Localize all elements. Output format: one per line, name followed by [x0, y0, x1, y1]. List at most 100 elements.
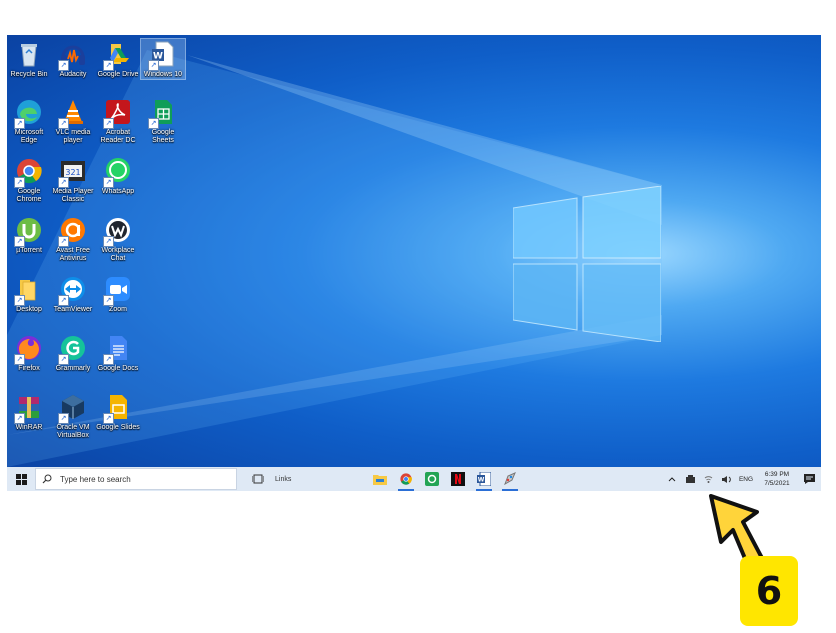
shortcut-arrow-icon: ↗ — [103, 295, 114, 306]
action-center-button[interactable] — [797, 467, 821, 491]
desktop-icon-virtualbox[interactable]: ↗ Oracle VM VirtualBox — [51, 392, 95, 440]
shortcut-arrow-icon: ↗ — [148, 60, 159, 71]
desktop-icon-label: WinRAR — [15, 424, 43, 431]
shortcut-arrow-icon: ↗ — [58, 118, 69, 129]
system-tray: ENG 6:39 PM 7/5/2021 — [663, 467, 821, 491]
taskbar-app-word[interactable]: W — [471, 467, 497, 491]
desktop-icon-grammarly[interactable]: ↗ Grammarly — [51, 333, 95, 373]
desktop-icon-google-slides[interactable]: ↗ Google Slides — [96, 392, 140, 432]
desktop-icon-google-chrome[interactable]: ↗ Google Chrome — [7, 156, 51, 204]
desktop-icon-label: TeamViewer — [53, 306, 93, 313]
desktop-icon-label: Google Chrome — [16, 188, 42, 203]
desktop-icon-label: µTorrent — [16, 247, 42, 254]
shortcut-arrow-icon: ↗ — [58, 177, 69, 188]
desktop-icon-label: Acrobat Reader DC — [100, 129, 136, 144]
desktop-icon-label: Zoom — [109, 306, 127, 313]
tray-volume-button[interactable] — [717, 467, 735, 491]
desktop-icon-google-docs[interactable]: ↗ Google Docs — [96, 333, 140, 373]
desktop-icon-utorrent[interactable]: ↗ µTorrent — [7, 215, 51, 255]
green-app-icon — [425, 472, 439, 486]
desktop-icon-label: Google Slides — [96, 424, 140, 431]
desktop-icon-firefox[interactable]: ↗ Firefox — [7, 333, 51, 373]
desktop-screen: Recycle Bin ↗ Microsoft Edge ↗ Google Ch… — [7, 35, 821, 491]
desktop-icon-label: Desktop — [16, 306, 42, 313]
desktop-icon-label: Google Drive — [97, 71, 139, 78]
taskbar-app-netflix[interactable] — [445, 467, 471, 491]
shortcut-arrow-icon: ↗ — [14, 354, 25, 365]
chevron-up-icon — [668, 477, 676, 482]
desktop-icon-microsoft-edge[interactable]: ↗ Microsoft Edge — [7, 97, 51, 145]
network-icon — [685, 474, 695, 483]
chrome-icon — [400, 473, 412, 485]
show-hidden-icons-button[interactable] — [663, 467, 681, 491]
desktop-icon-audacity[interactable]: ↗ Audacity — [51, 39, 95, 79]
recycle-bin-icon — [21, 44, 37, 67]
desktop-icon-winrar[interactable]: ↗ WinRAR — [7, 392, 51, 432]
desktop-icon-google-sheets[interactable]: ↗ Google Sheets — [141, 97, 185, 145]
desktop-icon-teamviewer[interactable]: ↗ TeamViewer — [51, 274, 95, 314]
shortcut-arrow-icon: ↗ — [103, 236, 114, 247]
search-icon — [42, 474, 52, 484]
shortcut-arrow-icon: ↗ — [148, 118, 159, 129]
language-indicator: ENG — [738, 475, 754, 483]
desktop-icon-desktop-folder[interactable]: ↗ Desktop — [7, 274, 51, 314]
step-number-badge: 6 — [740, 556, 798, 626]
shortcut-arrow-icon: ↗ — [58, 236, 69, 247]
desktop-icon-label: Google Docs — [97, 365, 139, 372]
taskbar-app-chrome[interactable] — [393, 467, 419, 491]
desktop-icon-label: Audacity — [59, 71, 87, 78]
tray-language-button[interactable]: ENG — [735, 467, 757, 491]
desktop-icon-label: Google Sheets — [151, 129, 175, 144]
tray-network-button[interactable] — [681, 467, 699, 491]
desktop-icon-zoom[interactable]: ↗ Zoom — [96, 274, 140, 314]
desktop-icon-windows-10-doc[interactable]: W ↗ Windows 10 — [140, 38, 186, 80]
taskbar: Type here to search Links W ENG 6:39 PM … — [7, 467, 821, 491]
desktop-icon-label: Microsoft Edge — [14, 129, 44, 144]
shortcut-arrow-icon: ↗ — [14, 295, 25, 306]
speaker-icon — [721, 475, 731, 483]
shortcut-arrow-icon: ↗ — [103, 413, 114, 424]
shortcut-arrow-icon: ↗ — [58, 60, 69, 71]
desktop-icon-google-drive[interactable]: ↗ Google Drive — [96, 39, 140, 79]
desktop-icon-media-player-classic[interactable]: 321 ↗ Media Player Classic — [51, 156, 95, 204]
svg-text:W: W — [478, 477, 485, 484]
taskbar-app-file-explorer[interactable] — [367, 467, 393, 491]
start-button[interactable] — [7, 467, 35, 491]
desktop-icon-workplace-chat[interactable]: ↗ Workplace Chat — [96, 215, 140, 263]
desktop-icon-label: WhatsApp — [101, 188, 135, 195]
desktop-icon-label: Recycle Bin — [10, 71, 48, 78]
desktop-icon-whatsapp[interactable]: ↗ WhatsApp — [96, 156, 140, 196]
windows-logo-wallpaper — [513, 186, 661, 342]
clock-time: 6:39 PM — [764, 471, 790, 478]
shortcut-arrow-icon: ↗ — [103, 354, 114, 365]
shortcut-arrow-icon: ↗ — [103, 177, 114, 188]
desktop-icon-recycle-bin[interactable]: Recycle Bin — [7, 39, 51, 79]
taskbar-search-box[interactable]: Type here to search — [35, 468, 237, 490]
taskbar-app-paint[interactable] — [497, 467, 523, 491]
desktop-icon-label: Windows 10 — [143, 71, 183, 78]
shortcut-arrow-icon: ↗ — [58, 413, 69, 424]
desktop-icon-vlc[interactable]: ↗ VLC media player — [51, 97, 95, 145]
shortcut-arrow-icon: ↗ — [14, 236, 25, 247]
tray-wifi-button[interactable] — [699, 467, 717, 491]
task-view-icon — [252, 474, 264, 484]
svg-text:321: 321 — [65, 168, 80, 177]
desktop-icon-acrobat-reader[interactable]: ↗ Acrobat Reader DC — [96, 97, 140, 145]
desktop-icon-avast[interactable]: ↗ Avast Free Antivirus — [51, 215, 95, 263]
desktop-icon-label: VLC media player — [55, 129, 91, 144]
tray-clock[interactable]: 6:39 PM 7/5/2021 — [757, 470, 797, 488]
notification-icon — [803, 474, 815, 484]
shortcut-arrow-icon: ↗ — [58, 295, 69, 306]
shortcut-arrow-icon: ↗ — [58, 354, 69, 365]
task-view-button[interactable] — [245, 467, 271, 491]
taskbar-app-green[interactable] — [419, 467, 445, 491]
file-explorer-icon — [373, 475, 387, 485]
links-toolbar-label: Links — [275, 475, 292, 483]
links-toolbar[interactable]: Links — [275, 467, 335, 491]
shortcut-arrow-icon: ↗ — [103, 118, 114, 129]
desktop-icon-label: Firefox — [18, 365, 40, 372]
paint-icon — [504, 472, 516, 486]
desktop-icon-label: Media Player Classic — [52, 188, 94, 203]
word-icon: W — [477, 472, 491, 486]
shortcut-arrow-icon: ↗ — [14, 413, 25, 424]
